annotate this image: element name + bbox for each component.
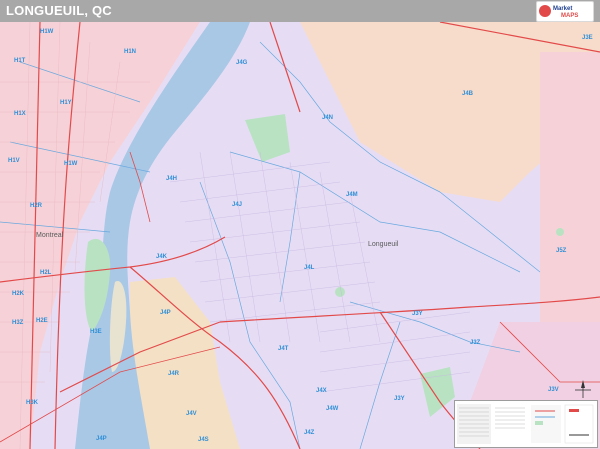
zone-label-h1t: H1T (14, 58, 26, 64)
legend-brand-mark (569, 409, 579, 412)
zone-label-j4p: J4P (160, 310, 171, 316)
zone-label-j4j: J4J (232, 202, 242, 208)
zone-label-j4m: J4M (346, 192, 358, 198)
zone-label-h2r: H2R (30, 203, 43, 209)
legend-park-symbol (535, 421, 543, 425)
logo-globe-icon (539, 5, 551, 17)
map-svg: Longueuil Montreal H1W H1N H1T H1X H1Y H… (0, 22, 600, 449)
city-label-longueuil: Longueuil (368, 241, 399, 248)
map-frame: LONGUEUIL, QC Market MAPS Longueuil Mont… (0, 0, 600, 449)
zone-label-j3z: J3Z (470, 340, 481, 346)
zone-label-j4x: J4X (316, 388, 327, 394)
park-small (335, 287, 345, 297)
zone-label-h1n: H1N (124, 49, 136, 55)
title-bar: LONGUEUIL, QC Market MAPS (0, 0, 600, 22)
logo-line2: MAPS (561, 13, 578, 19)
park-east (556, 228, 564, 236)
zone-label-j4g: J4G (236, 60, 248, 66)
zone-label-h1w: H1W (40, 29, 54, 35)
zone-label-h1x: H1X (14, 111, 26, 117)
zone-label-h2l: H2L (40, 270, 52, 276)
zone-label-j3y: J3Y (412, 311, 423, 317)
logo-line1: Market (553, 6, 572, 12)
zone-label-j4s: J4S (198, 437, 209, 443)
city-label-montreal: Montreal (36, 232, 64, 239)
zone-label-j4z: J4Z (304, 430, 315, 436)
zone-label-h2e: H2E (36, 318, 48, 324)
zone-label-j3e: J3E (582, 35, 593, 41)
zone-label-j4k: J4K (156, 254, 168, 260)
zone-label-j4v: J4V (186, 411, 197, 417)
zone-label-h1v: H1V (8, 158, 20, 164)
map-title: LONGUEUIL, QC (6, 3, 112, 18)
zone-label-j4l: J4L (304, 265, 315, 271)
map-canvas[interactable]: Longueuil Montreal H1W H1N H1T H1X H1Y H… (0, 22, 600, 449)
zone-label-j3v: J3V (548, 387, 559, 393)
zone-label-j4w: J4W (326, 406, 339, 412)
zone-label-h1w-2: H1W (64, 161, 78, 167)
zone-label-j4b: J4B (462, 91, 474, 97)
zone-label-h1y: H1Y (60, 100, 72, 106)
zone-label-j4p-2: J4P (96, 436, 107, 442)
zone-label-j4h: J4H (166, 176, 177, 182)
zone-label-j4t: J4T (278, 346, 289, 352)
zone-label-j4n: J4N (322, 115, 333, 121)
market-maps-logo: Market MAPS (536, 1, 594, 22)
zone-label-h3z: H3Z (12, 320, 24, 326)
zone-label-j5z: J5Z (556, 248, 567, 254)
zone-label-h2k: H2K (12, 291, 25, 297)
zone-label-j3y-2: J3Y (394, 396, 405, 402)
zone-label-j4r: J4R (168, 371, 180, 377)
map-legend (454, 400, 598, 448)
zone-label-h3e: H3E (90, 329, 102, 335)
zone-label-h3k: H3K (26, 400, 39, 406)
